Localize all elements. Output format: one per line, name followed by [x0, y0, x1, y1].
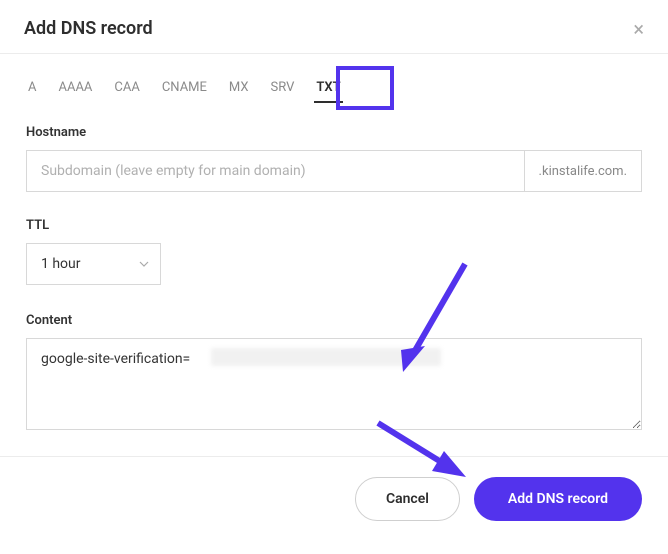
- annotation-highlight: [336, 66, 394, 110]
- tab-txt[interactable]: TXT: [316, 74, 340, 101]
- modal-title: Add DNS record: [24, 18, 153, 39]
- modal-footer: Cancel Add DNS record: [0, 456, 668, 543]
- hostname-label: Hostname: [26, 125, 642, 140]
- content-label: Content: [26, 313, 642, 328]
- tab-aaaa[interactable]: AAAA: [58, 74, 92, 101]
- tab-caa[interactable]: CAA: [114, 74, 139, 101]
- content-textarea[interactable]: google-site-verification=: [26, 338, 642, 430]
- hostname-row: .kinstalife.com.: [26, 150, 642, 192]
- tabs: A AAAA CAA CNAME MX SRV TXT: [26, 70, 642, 111]
- tab-a[interactable]: A: [28, 74, 36, 101]
- ttl-select-wrap: 1 hour: [26, 243, 161, 285]
- tab-mx[interactable]: MX: [229, 74, 249, 101]
- add-dns-record-button[interactable]: Add DNS record: [474, 477, 642, 521]
- ttl-select[interactable]: 1 hour: [26, 243, 161, 285]
- modal-header: Add DNS record ×: [0, 0, 668, 54]
- ttl-label: TTL: [26, 218, 642, 233]
- modal-body: A AAAA CAA CNAME MX SRV TXT Hostname .ki…: [0, 54, 668, 456]
- hostname-suffix: .kinstalife.com.: [525, 150, 642, 192]
- content-wrap: google-site-verification=: [26, 338, 642, 434]
- tab-cname[interactable]: CNAME: [162, 74, 207, 101]
- cancel-button[interactable]: Cancel: [355, 477, 460, 521]
- close-icon[interactable]: ×: [633, 19, 644, 39]
- hostname-input[interactable]: [26, 150, 525, 192]
- tab-srv[interactable]: SRV: [271, 74, 295, 101]
